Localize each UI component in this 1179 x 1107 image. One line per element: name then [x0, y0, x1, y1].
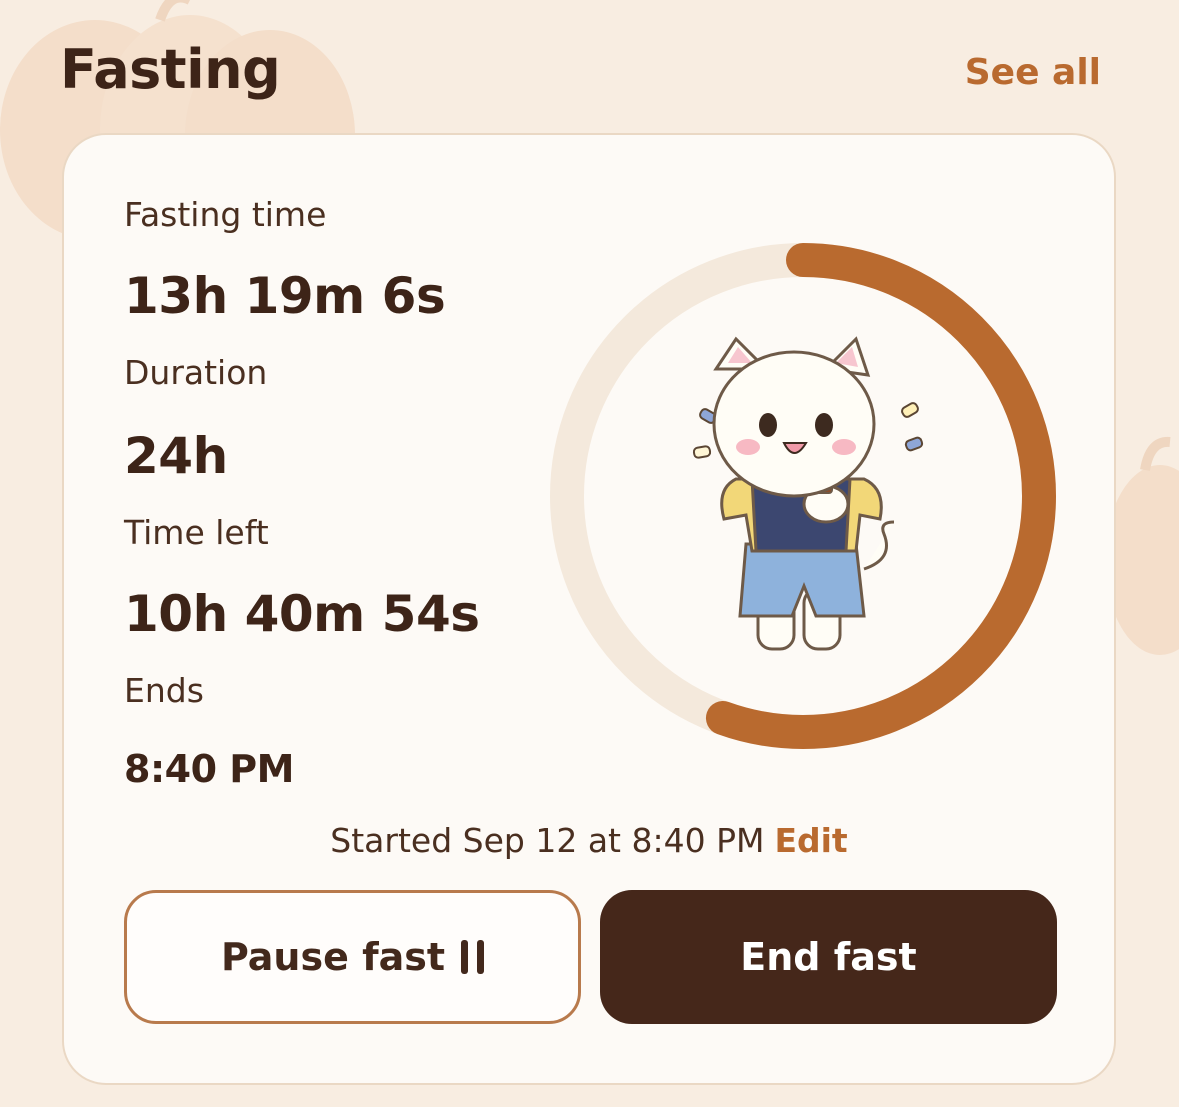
pause-fast-label: Pause fast	[220, 935, 446, 979]
cat-with-watch-icon	[692, 336, 924, 651]
section-header: Fasting See all	[0, 0, 1179, 120]
duration-label: Duration	[124, 353, 268, 392]
duration-value: 24h	[124, 427, 228, 485]
started-text: Started Sep 12 at 8:40 PM	[330, 821, 765, 860]
see-all-link[interactable]: See all	[965, 52, 1101, 93]
end-fast-button[interactable]: End fast	[600, 890, 1057, 1024]
pause-fast-button[interactable]: Pause fast	[124, 890, 581, 1024]
progress-ring	[548, 241, 1058, 751]
ends-value: 8:40 PM	[124, 747, 294, 791]
fasting-time-value: 13h 19m 6s	[124, 267, 446, 325]
ends-label: Ends	[124, 671, 204, 710]
started-line: Started Sep 12 at 8:40 PM Edit	[64, 821, 1114, 860]
pause-icon	[461, 940, 485, 974]
end-fast-label: End fast	[740, 935, 917, 979]
edit-link[interactable]: Edit	[774, 821, 847, 860]
time-left-label: Time left	[124, 513, 269, 552]
fasting-card: Fasting time 13h 19m 6s Duration 24h Tim…	[62, 133, 1116, 1085]
section-title: Fasting	[60, 38, 281, 101]
fasting-time-label: Fasting time	[124, 195, 327, 234]
time-left-value: 10h 40m 54s	[124, 585, 480, 643]
